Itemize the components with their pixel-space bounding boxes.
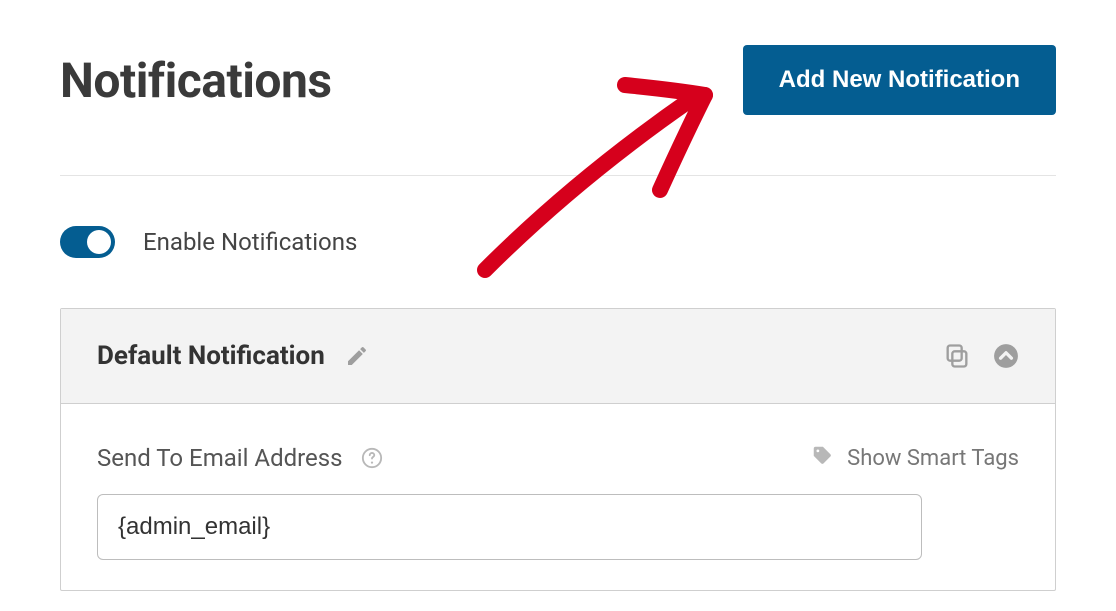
page-title: Notifications: [60, 52, 332, 109]
help-icon[interactable]: [361, 447, 383, 469]
enable-notifications-toggle[interactable]: [60, 226, 115, 258]
edit-icon[interactable]: [345, 344, 369, 368]
collapse-icon[interactable]: [993, 343, 1019, 369]
enable-notifications-label: Enable Notifications: [143, 228, 357, 256]
notification-panel: Default Notification: [60, 308, 1056, 591]
show-smart-tags-button[interactable]: Show Smart Tags: [811, 444, 1019, 472]
tag-icon: [811, 444, 833, 472]
add-new-notification-button[interactable]: Add New Notification: [743, 45, 1056, 115]
duplicate-icon[interactable]: [943, 342, 971, 370]
send-to-email-label: Send To Email Address: [97, 444, 343, 472]
send-to-email-input[interactable]: [97, 494, 922, 560]
smart-tags-label: Show Smart Tags: [847, 446, 1019, 471]
panel-title: Default Notification: [97, 341, 325, 371]
